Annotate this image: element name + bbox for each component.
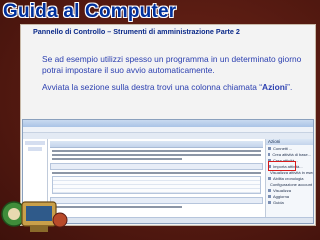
action-item[interactable]: Visualizza: [268, 188, 311, 193]
azioni-label: Azioni: [262, 82, 288, 92]
tree-item: [28, 147, 42, 151]
center-pane: [48, 139, 265, 223]
action-icon: [268, 147, 271, 150]
action-item[interactable]: Aggiorna: [268, 194, 311, 199]
action-icon: [268, 195, 271, 198]
text-line: [52, 158, 183, 160]
action-item[interactable]: Connetti ...: [268, 146, 311, 151]
highlight-box: [268, 161, 296, 171]
action-label: Visualizza: [273, 188, 291, 193]
paragraph-1: Se ad esempio utilizzi spesso un program…: [42, 54, 302, 75]
window-titlebar: [23, 120, 313, 127]
paragraph-2-suffix: ”.: [287, 82, 293, 92]
action-label: Abilita cronologia: [273, 176, 304, 181]
text-line: [52, 154, 261, 156]
action-item[interactable]: Abilita cronologia: [268, 176, 311, 181]
text-line: [52, 150, 261, 152]
text-line: [52, 172, 261, 174]
actions-pane: Azioni Connetti ... Crea attività di base…: [265, 139, 313, 223]
action-item[interactable]: Crea attività di base...: [268, 152, 311, 157]
paragraph-2-prefix: Avviata la sezione sulla destra trovi un…: [42, 82, 263, 92]
text-line: [52, 206, 183, 208]
action-icon: [268, 201, 271, 204]
action-icon: [268, 153, 271, 156]
action-label: Connetti ...: [273, 146, 293, 151]
action-label: Crea attività di base...: [272, 152, 311, 157]
action-label: Configurazione account servizio AT: [270, 182, 313, 187]
paragraph-2: Avviata la sezione sulla destra trovi un…: [42, 82, 310, 93]
action-item[interactable]: Guida: [268, 200, 311, 205]
center-header: [50, 141, 263, 148]
action-icon: [268, 189, 271, 192]
active-tasks-header: [50, 197, 263, 204]
status-section-header: [50, 163, 263, 170]
task-grid: [52, 176, 261, 194]
page-title: Guida al Computer: [3, 1, 177, 22]
slide-subtitle: Pannello di Controllo – Strumenti di amm…: [33, 27, 240, 36]
tree-item: [25, 141, 45, 145]
action-icon: [268, 177, 271, 180]
action-item[interactable]: Configurazione account servizio AT: [268, 182, 313, 187]
computer-mascot-logo: [1, 201, 68, 232]
slide: Guida al Computer Pannello di Controllo …: [0, 0, 320, 240]
action-label: Aggiorna: [273, 194, 290, 199]
actions-header: Azioni: [266, 139, 313, 145]
action-label: Guida: [273, 200, 284, 205]
